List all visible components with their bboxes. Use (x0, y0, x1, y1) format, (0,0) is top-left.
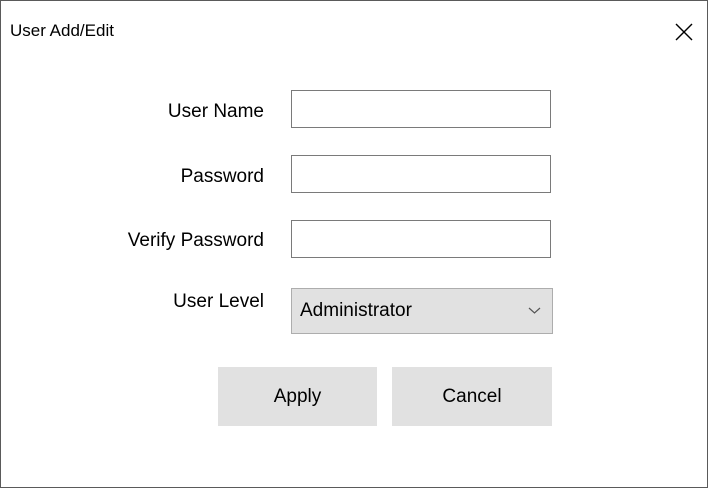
password-field[interactable] (291, 155, 551, 193)
chevron-down-icon (528, 307, 541, 314)
verify-password-label: Verify Password (127, 230, 264, 251)
password-label: Password (180, 166, 264, 187)
verify-password-field[interactable] (291, 220, 551, 258)
apply-button[interactable]: Apply (218, 367, 377, 426)
cancel-button[interactable]: Cancel (392, 367, 552, 426)
user-level-selected-value: Administrator (300, 300, 412, 321)
title-bar: User Add/Edit (1, 1, 707, 63)
user-level-label: User Level (173, 291, 264, 312)
user-add-edit-dialog: User Add/Edit User Name Password Verify … (0, 0, 708, 488)
user-name-field[interactable] (291, 90, 551, 128)
window-title: User Add/Edit (10, 21, 114, 40)
user-name-label: User Name (167, 101, 264, 122)
close-button[interactable] (661, 1, 707, 63)
close-icon (675, 23, 693, 41)
user-level-select[interactable]: Administrator (291, 288, 553, 334)
